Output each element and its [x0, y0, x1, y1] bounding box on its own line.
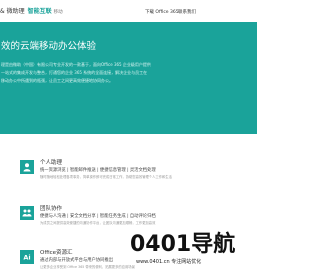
watermark-subtitle: www.0401.cn 专注网站优化	[136, 259, 202, 265]
feature-title: 个人助理	[40, 160, 63, 166]
brand-logo[interactable]: & 微助理 智能互联 移动	[0, 6, 63, 15]
nav-download[interactable]: 下载 Office 365	[145, 9, 179, 15]
feature-title: 团队协作	[40, 206, 63, 212]
feature-subtitle: 通过内部与开放式平台与用户协同推出	[40, 258, 114, 263]
hero-title: 效的云端移动办公体验	[1, 41, 97, 52]
hero-banner: 效的云端移动办公体验 理是由微助（中国）有限公司专业开发的一款基于，面向Offi…	[0, 22, 257, 134]
nav-contact[interactable]: 联系我们	[178, 9, 196, 15]
feature-description: 为成员之间提供高效便捷的沟通协作平台，让团队沟通更加顺畅，工作更加高效	[40, 221, 156, 225]
feature-title: Office资源汇	[40, 250, 73, 256]
user-icon	[20, 160, 34, 174]
watermark-logo: 0401导航	[130, 232, 236, 257]
svg-text:Ai: Ai	[23, 254, 30, 262]
feature-subtitle: 统一资源浏览 | 智能邮件推送 | 便捷信息管理 | 灵活文档处理	[40, 168, 156, 173]
top-bar: & 微助理 智能互联 移动 下载 Office 365 联系我们	[0, 0, 257, 22]
brand-prefix: & 微助理	[0, 8, 25, 15]
brand-sub: 移动	[53, 10, 63, 15]
team-icon	[20, 206, 34, 220]
feature-description: 随时随地轻松处理各项事务，简单操作即可完成日常工作，协助您高效管理个人工作和生活	[40, 175, 172, 179]
feature-description: 让更多企业享受到 Office 365 带来的便利，拓展更多的应用场景	[40, 265, 135, 269]
brand-name: 智能互联	[27, 8, 52, 15]
hero-description: 理是由微助（中国）有限公司专业开发的一款基于，面向Office 365 企业级用…	[1, 62, 151, 84]
feature-subtitle: 便捷与人沟通 | 安全文档分享 | 智能任务生成 | 自动评论归档	[40, 214, 156, 219]
ai-icon: Ai	[20, 250, 34, 264]
